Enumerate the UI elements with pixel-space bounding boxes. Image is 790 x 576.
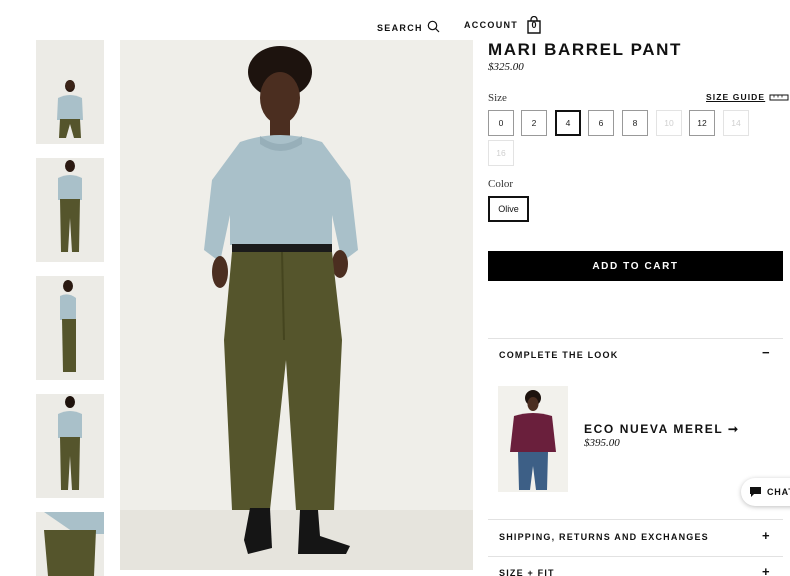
divider: [488, 519, 783, 520]
thumbnail-side-front[interactable]: [36, 158, 104, 262]
thumbnail-detail[interactable]: [36, 512, 104, 576]
complete-look-item-price: $395.00: [584, 437, 620, 449]
size-guide-link[interactable]: SIZE GUIDE: [706, 92, 789, 102]
complete-look-image[interactable]: [498, 386, 568, 492]
size-option-4[interactable]: 4: [555, 110, 581, 136]
shipping-returns-toggle[interactable]: +: [762, 529, 770, 542]
divider: [488, 338, 783, 339]
model-illustration: [120, 40, 473, 570]
chat-label: CHAT: [767, 487, 790, 497]
complete-the-look-title[interactable]: COMPLETE THE LOOK: [499, 350, 618, 360]
size-option-16[interactable]: 16: [488, 140, 514, 166]
complete-look-model: [498, 386, 568, 492]
size-option-0[interactable]: 0: [488, 110, 514, 136]
thumbnail-side[interactable]: [36, 276, 104, 380]
chat-icon: [750, 487, 761, 497]
thumbnail-back-image: [36, 394, 104, 498]
thumbnail-detail-image: [36, 512, 104, 576]
size-fit-toggle[interactable]: +: [762, 565, 770, 576]
thumbnail-front[interactable]: [36, 40, 104, 144]
thumbnail-back[interactable]: [36, 394, 104, 498]
ruler-icon: [769, 94, 789, 100]
product-title: MARI BARREL PANT: [488, 40, 683, 59]
cart-button[interactable]: 0: [526, 15, 542, 34]
thumbnail-side-image: [36, 276, 104, 380]
product-price: $325.00: [488, 61, 524, 73]
color-label: Color: [488, 178, 514, 190]
thumbnail-side-front-image: [36, 158, 104, 262]
complete-the-look-toggle[interactable]: −: [762, 346, 770, 359]
cart-count: 0: [531, 20, 537, 30]
search-icon: [427, 20, 440, 35]
add-to-cart-button[interactable]: ADD TO CART: [488, 251, 783, 281]
size-option-2[interactable]: 2: [521, 110, 547, 136]
account-link[interactable]: ACCOUNT: [464, 20, 518, 30]
size-option-6[interactable]: 6: [588, 110, 614, 136]
size-option-14[interactable]: 14: [723, 110, 749, 136]
account-label: ACCOUNT: [464, 20, 519, 30]
shipping-returns-title[interactable]: SHIPPING, RETURNS AND EXCHANGES: [499, 532, 709, 542]
search-link[interactable]: SEARCH: [377, 20, 440, 35]
chat-button[interactable]: CHAT: [741, 478, 790, 506]
size-label: Size: [488, 92, 507, 104]
complete-look-item-name[interactable]: ECO NUEVA MEREL ➞: [584, 422, 740, 436]
search-label: SEARCH: [377, 22, 423, 33]
size-guide-label: SIZE GUIDE: [706, 92, 766, 102]
thumbnail-front-image: [36, 40, 104, 144]
size-option-8[interactable]: 8: [622, 110, 648, 136]
main-product-image: [120, 40, 473, 570]
size-option-12[interactable]: 12: [689, 110, 715, 136]
divider: [488, 556, 783, 557]
color-option-olive[interactable]: Olive: [488, 196, 529, 222]
size-fit-title[interactable]: SIZE + FIT: [499, 568, 555, 576]
size-option-10[interactable]: 10: [656, 110, 682, 136]
